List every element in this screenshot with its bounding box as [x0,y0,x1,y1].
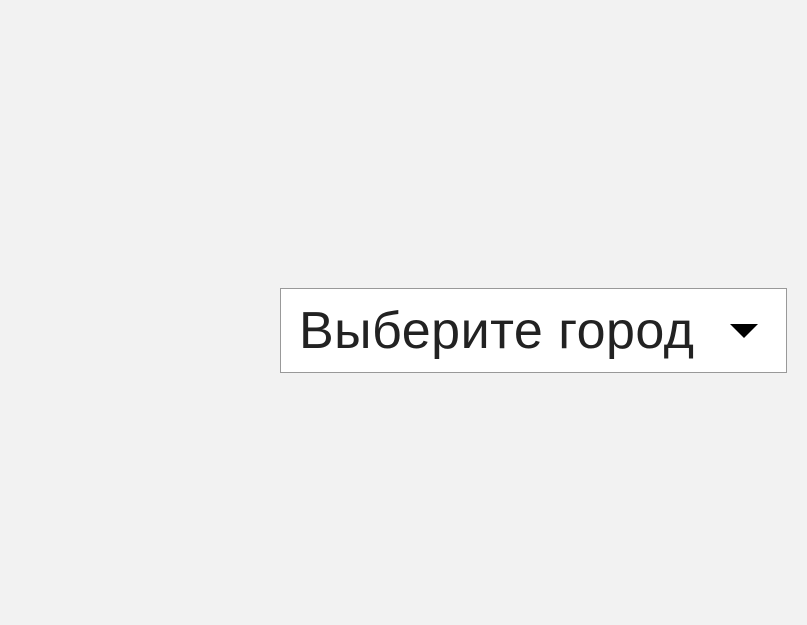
caret-down-icon [730,324,758,338]
city-select-dropdown[interactable]: Выберите город [280,288,787,373]
city-select-label: Выберите город [299,301,695,361]
